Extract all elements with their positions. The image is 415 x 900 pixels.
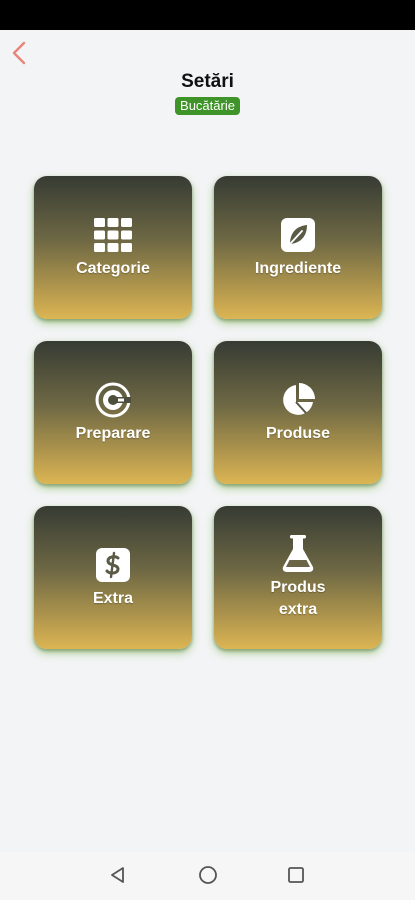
tile-label-produs-extra: Produs extra <box>270 578 326 618</box>
tile-ingrediente[interactable]: Ingrediente <box>214 176 382 319</box>
flask-icon <box>279 534 317 573</box>
status-bar <box>0 0 415 30</box>
nav-recents-button[interactable] <box>286 866 306 889</box>
settings-grid: Categorie Ingrediente Preparare Produse … <box>34 176 383 649</box>
tile-label-produse: Produse <box>265 424 330 442</box>
nav-back-button[interactable] <box>108 866 128 889</box>
tile-label-extra: Extra <box>92 589 134 607</box>
tile-produse[interactable]: Produse <box>214 341 382 484</box>
dollar-sign-icon <box>94 546 132 584</box>
tile-label-ingrediente: Ingrediente <box>254 259 342 277</box>
nav-home-button[interactable] <box>198 865 218 890</box>
square-recents-icon <box>287 866 305 889</box>
back-button[interactable] <box>4 40 34 70</box>
header: Setări Bucătărie <box>0 70 415 115</box>
tile-produs-extra[interactable]: Produs extra <box>214 506 382 649</box>
page-title: Setări <box>181 71 234 92</box>
pie-chart-icon <box>279 381 317 419</box>
grid-icon <box>94 216 132 254</box>
circle-home-icon <box>198 865 218 890</box>
tile-label-categorie: Categorie <box>76 259 150 277</box>
tile-categorie[interactable]: Categorie <box>34 176 192 319</box>
tile-label-preparare: Preparare <box>75 424 151 442</box>
section-badge: Bucătărie <box>175 97 240 115</box>
system-nav-bar <box>0 852 415 900</box>
tile-extra[interactable]: Extra <box>34 506 192 649</box>
leaf-icon <box>279 216 317 254</box>
tile-preparare[interactable]: Preparare <box>34 341 192 484</box>
chevron-left-icon <box>12 41 26 70</box>
triangle-back-icon <box>109 866 127 889</box>
chef-icon <box>94 381 132 419</box>
